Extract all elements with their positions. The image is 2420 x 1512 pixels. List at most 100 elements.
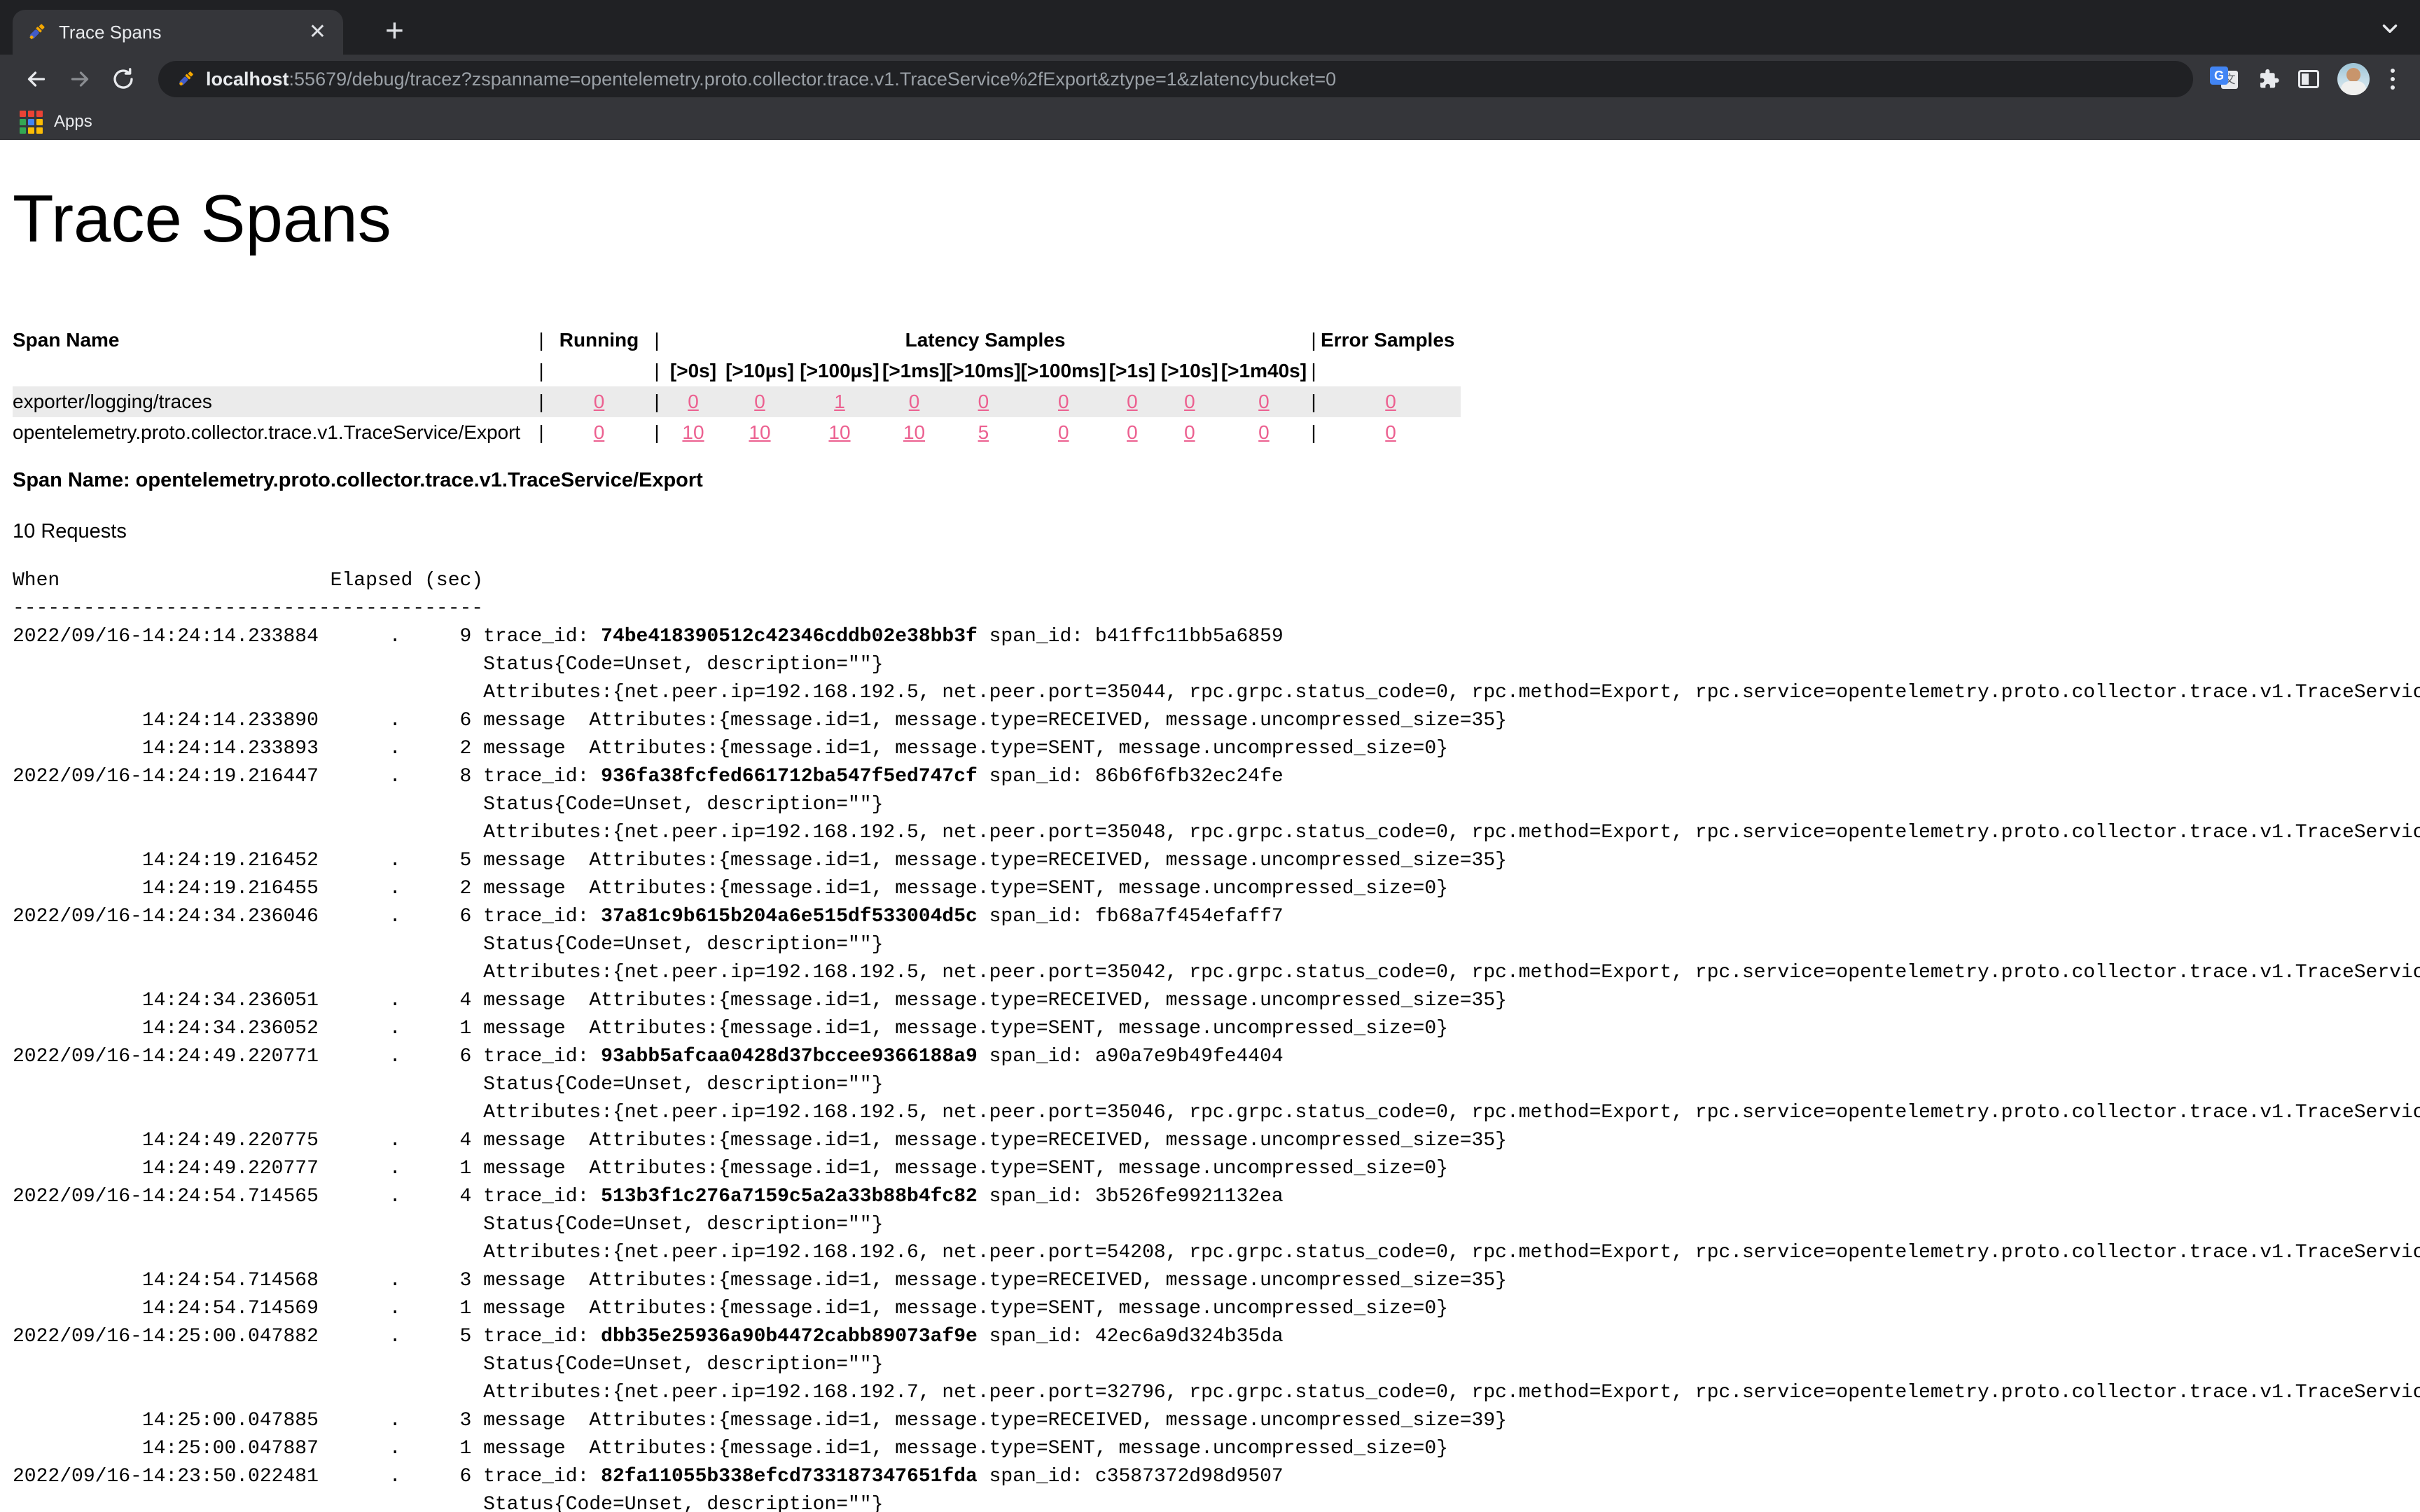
requests-count: 10 Requests [13, 520, 2420, 543]
latency-count-link[interactable]: 0 [1258, 391, 1270, 412]
span-attributes-line: Attributes:{net.peer.ip=192.168.192.7, n… [13, 1379, 2420, 1407]
latency-count-link[interactable]: 10 [682, 421, 704, 443]
latency-count-cell: 0 [1221, 417, 1307, 448]
profile-avatar[interactable] [2337, 63, 2370, 95]
span-start-line: 2022/09/16-14:24:19.216447 . 8 trace_id:… [13, 763, 2420, 791]
latency-count-link[interactable]: 5 [978, 421, 989, 443]
span-event-line: 14:24:34.236051 . 4 message Attributes:{… [13, 987, 2420, 1015]
apps-label: Apps [54, 112, 92, 132]
latency-count-link[interactable]: 0 [1127, 421, 1138, 443]
latency-bucket-header: [>1ms] [882, 356, 946, 386]
latency-count-link[interactable]: 0 [754, 391, 765, 412]
latency-count-cell: 0 [1021, 386, 1106, 417]
opentelemetry-favicon-icon [25, 21, 48, 43]
latency-bucket-header: [>0s] [664, 356, 723, 386]
reload-icon[interactable] [105, 61, 141, 97]
toolbar-right-icons: 文 G [2210, 63, 2402, 95]
url-path: :55679/debug/tracez?zspanname=openteleme… [289, 69, 1337, 90]
running-count-link[interactable]: 0 [594, 421, 605, 443]
browser-menu-icon[interactable] [2388, 66, 2398, 92]
latency-count-link[interactable]: 0 [688, 391, 699, 412]
span-start-line: 2022/09/16-14:25:00.047882 . 5 trace_id:… [13, 1323, 2420, 1351]
extensions-puzzle-icon[interactable] [2256, 67, 2280, 91]
column-separator: | [650, 386, 664, 417]
column-separator: | [650, 356, 664, 386]
col-header-latency-samples: Latency Samples [664, 325, 1307, 356]
latency-count-cell: 10 [723, 417, 797, 448]
latency-bucket-header: [>1m40s] [1221, 356, 1307, 386]
latency-bucket-header: [>1s] [1106, 356, 1158, 386]
opentelemetry-site-icon [175, 69, 196, 90]
column-separator: | [534, 386, 548, 417]
error-count-link[interactable]: 0 [1385, 391, 1396, 412]
latency-count-cell: 0 [946, 386, 1021, 417]
bookmark-apps[interactable]: Apps [20, 111, 92, 134]
close-tab-icon[interactable]: ✕ [305, 20, 331, 44]
latency-count-cell: 0 [882, 386, 946, 417]
span-event-line: 14:24:34.236052 . 1 message Attributes:{… [13, 1015, 2420, 1043]
latency-bucket-header: [>100µs] [797, 356, 882, 386]
latency-count-cell: 10 [664, 417, 723, 448]
log-lines: When Elapsed (sec)----------------------… [13, 567, 2420, 1512]
url-host: localhost [206, 69, 289, 90]
column-separator: | [1307, 325, 1321, 356]
latency-count-cell: 0 [1158, 386, 1221, 417]
tab-title: Trace Spans [59, 22, 293, 43]
latency-count-cell: 0 [1221, 386, 1307, 417]
span-attributes-line: Attributes:{net.peer.ip=192.168.192.5, n… [13, 1099, 2420, 1127]
latency-count-cell: 0 [723, 386, 797, 417]
column-separator: | [1307, 356, 1321, 386]
running-count-link[interactable]: 0 [594, 391, 605, 412]
latency-count-link[interactable]: 0 [1058, 391, 1069, 412]
log-column-headers: When Elapsed (sec) [13, 567, 2420, 595]
span-event-line: 14:24:14.233890 . 6 message Attributes:{… [13, 707, 2420, 735]
col-header-running: Running [548, 325, 650, 356]
latency-count-link[interactable]: 0 [1184, 421, 1195, 443]
latency-count-link[interactable]: 0 [1127, 391, 1138, 412]
span-attributes-line: Attributes:{net.peer.ip=192.168.192.6, n… [13, 1239, 2420, 1267]
latency-count-link[interactable]: 10 [828, 421, 850, 443]
latency-count-link[interactable]: 0 [909, 391, 920, 412]
latency-count-link[interactable]: 0 [978, 391, 989, 412]
latency-count-link[interactable]: 10 [749, 421, 770, 443]
latency-count-link[interactable]: 1 [834, 391, 845, 412]
span-status-line: Status{Code=Unset, description=""} [13, 1211, 2420, 1239]
latency-count-link[interactable]: 0 [1258, 421, 1270, 443]
span-event-line: 14:24:54.714568 . 3 message Attributes:{… [13, 1267, 2420, 1295]
latency-count-cell: 5 [946, 417, 1021, 448]
browser-tab[interactable]: Trace Spans ✕ [13, 10, 343, 55]
translate-icon[interactable]: 文 G [2210, 66, 2238, 92]
span-event-line: 14:24:19.216452 . 5 message Attributes:{… [13, 847, 2420, 875]
span-status-line: Status{Code=Unset, description=""} [13, 1351, 2420, 1379]
span-status-line: Status{Code=Unset, description=""} [13, 791, 2420, 819]
side-panel-icon[interactable] [2298, 70, 2319, 88]
back-icon[interactable] [18, 61, 55, 97]
latency-count-link[interactable]: 0 [1058, 421, 1069, 443]
url-bar[interactable]: localhost:55679/debug/tracez?zspanname=o… [158, 61, 2193, 97]
span-status-line: Status{Code=Unset, description=""} [13, 1071, 2420, 1099]
span-event-line: 14:24:54.714569 . 1 message Attributes:{… [13, 1295, 2420, 1323]
latency-count-link[interactable]: 0 [1184, 391, 1195, 412]
span-start-line: 2022/09/16-14:24:34.236046 . 6 trace_id:… [13, 903, 2420, 931]
chevron-down-icon[interactable] [2378, 17, 2402, 44]
span-event-line: 14:25:00.047887 . 1 message Attributes:{… [13, 1435, 2420, 1463]
span-start-line: 2022/09/16-14:24:14.233884 . 9 trace_id:… [13, 623, 2420, 651]
span-status-line: Status{Code=Unset, description=""} [13, 651, 2420, 679]
error-count-link[interactable]: 0 [1385, 421, 1396, 443]
page-title: Trace Spans [13, 181, 2420, 258]
latency-buckets-header-row: | | [>0s] [>10µs] [>100µs] [>1ms] [>10ms… [13, 356, 1461, 386]
column-separator: | [534, 417, 548, 448]
span-start-line: 2022/09/16-14:24:54.714565 . 4 trace_id:… [13, 1183, 2420, 1211]
new-tab-button[interactable]: + [378, 8, 411, 52]
running-count-cell: 0 [548, 386, 650, 417]
latency-count-cell: 0 [1158, 417, 1221, 448]
forward-icon[interactable] [62, 61, 98, 97]
latency-bucket-header: [>10ms] [946, 356, 1021, 386]
latency-count-cell: 0 [664, 386, 723, 417]
column-separator: | [534, 356, 548, 386]
span-attributes-line: Attributes:{net.peer.ip=192.168.192.5, n… [13, 679, 2420, 707]
latency-count-link[interactable]: 10 [903, 421, 925, 443]
bookmarks-bar: Apps [0, 104, 2420, 140]
column-separator: | [650, 417, 664, 448]
selected-span-name: Span Name: opentelemetry.proto.collector… [13, 469, 2420, 492]
